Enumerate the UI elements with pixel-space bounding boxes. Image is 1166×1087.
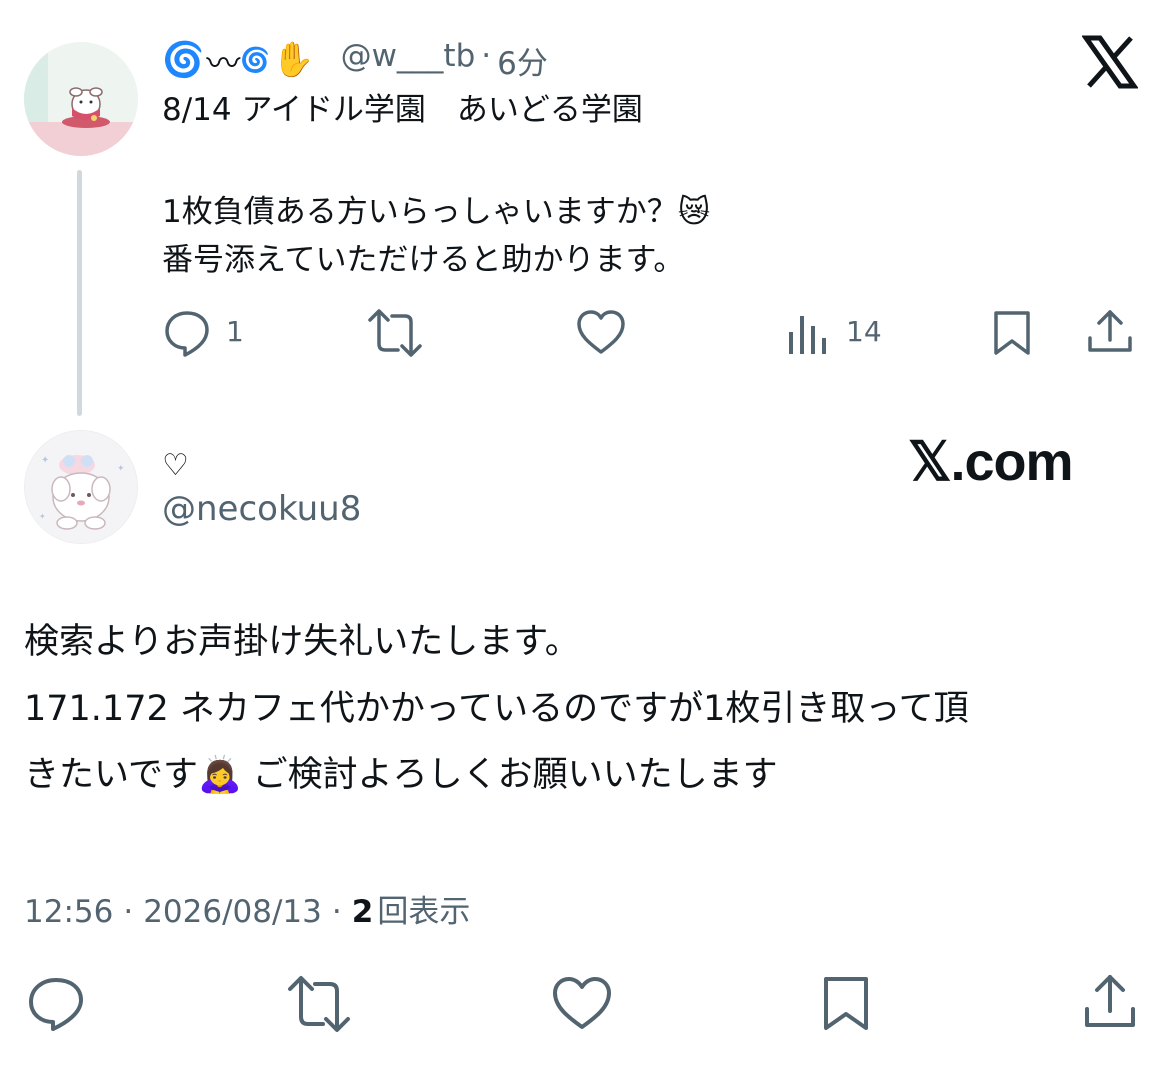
views-button[interactable] (786, 312, 830, 356)
xcom-watermark: 𝕏.com (908, 432, 1074, 492)
views-label: 回表示 (377, 894, 471, 930)
reply-icon (29, 978, 83, 1031)
retweet-button[interactable] (286, 973, 352, 1035)
parent-tweet-text-line: 1枚負債ある方いらっしゃいますか？😿 (162, 194, 711, 230)
reply-icon (165, 311, 209, 357)
parent-tweet-meta: @w___tb · 6分 (341, 38, 548, 83)
views-chart-icon (789, 316, 826, 354)
reply-button[interactable] (162, 308, 212, 358)
retweet-button[interactable] (366, 306, 424, 360)
thread-connector-line (77, 170, 82, 416)
bookmark-button[interactable] (820, 975, 872, 1033)
bookmark-icon (994, 311, 1030, 355)
share-icon (1088, 310, 1132, 352)
spiral-icon: 🌀 (240, 46, 271, 74)
views-count: 2 (351, 894, 374, 930)
share-button[interactable] (1082, 973, 1138, 1031)
main-tweet-text-line: きたいです🙇‍♀️ ご検討よろしくお願いいたします (24, 755, 778, 795)
like-button[interactable] (551, 975, 613, 1031)
parent-tweet-header: 🌀 〰 🌀 ✋ @w___tb · 6分 (162, 36, 548, 84)
parent-author-name[interactable]: 🌀 〰 🌀 ✋ (162, 36, 315, 85)
reply-count: 1 (226, 315, 244, 348)
meta-separator: · (123, 894, 134, 930)
svg-text:✦: ✦ (117, 464, 125, 474)
share-icon (1085, 975, 1135, 1027)
parent-author-handle[interactable]: @w___tb (341, 38, 476, 83)
svg-text:✦: ✦ (41, 455, 49, 466)
svg-text:✦: ✦ (39, 512, 46, 521)
meta-separator: · (481, 37, 492, 74)
heart-icon (553, 977, 611, 1029)
main-tweet-text-line: 検索よりお声掛け失礼いたします。 (24, 622, 580, 662)
x-logo-icon (1081, 34, 1139, 90)
main-author-name[interactable]: ♡ (162, 448, 189, 483)
share-button[interactable] (1085, 308, 1135, 356)
tweet-timestamp-row: 12:56 · 2026/08/13 · 2 回表示 (24, 886, 470, 931)
main-author-handle[interactable]: @necokuu8 (162, 489, 361, 529)
retweet-icon (368, 309, 422, 357)
view-count: 14 (846, 315, 882, 348)
bookmark-icon (824, 977, 868, 1030)
main-tweet-text-line: 171.172 ネカフェ代かかっているのですが1枚引き取って頂 (24, 689, 969, 729)
bookmark-button[interactable] (991, 309, 1033, 357)
like-button[interactable] (575, 308, 627, 356)
meta-separator: · (331, 894, 342, 930)
parent-author-avatar[interactable] (24, 42, 138, 156)
parent-tweet-time[interactable]: 6分 (497, 38, 548, 83)
parent-tweet-text-line: 8/14 アイドル学園 あいどる学園 (162, 92, 643, 128)
heart-icon (577, 310, 625, 354)
retweet-icon (288, 976, 350, 1032)
wavy-dash-icon: 〰 (206, 43, 240, 84)
raised-hand-icon: ✋ (272, 40, 315, 80)
spiral-icon: 🌀 (162, 40, 205, 80)
tweet-time[interactable]: 12:56 (24, 894, 113, 930)
reply-button[interactable] (26, 975, 86, 1033)
tweet-date[interactable]: 2026/08/13 (143, 894, 322, 930)
parent-tweet-text-line: 番号添えていただけると助かります。 (162, 242, 685, 278)
main-author-avatar[interactable]: ✦ ✦ ✦ (24, 430, 138, 544)
